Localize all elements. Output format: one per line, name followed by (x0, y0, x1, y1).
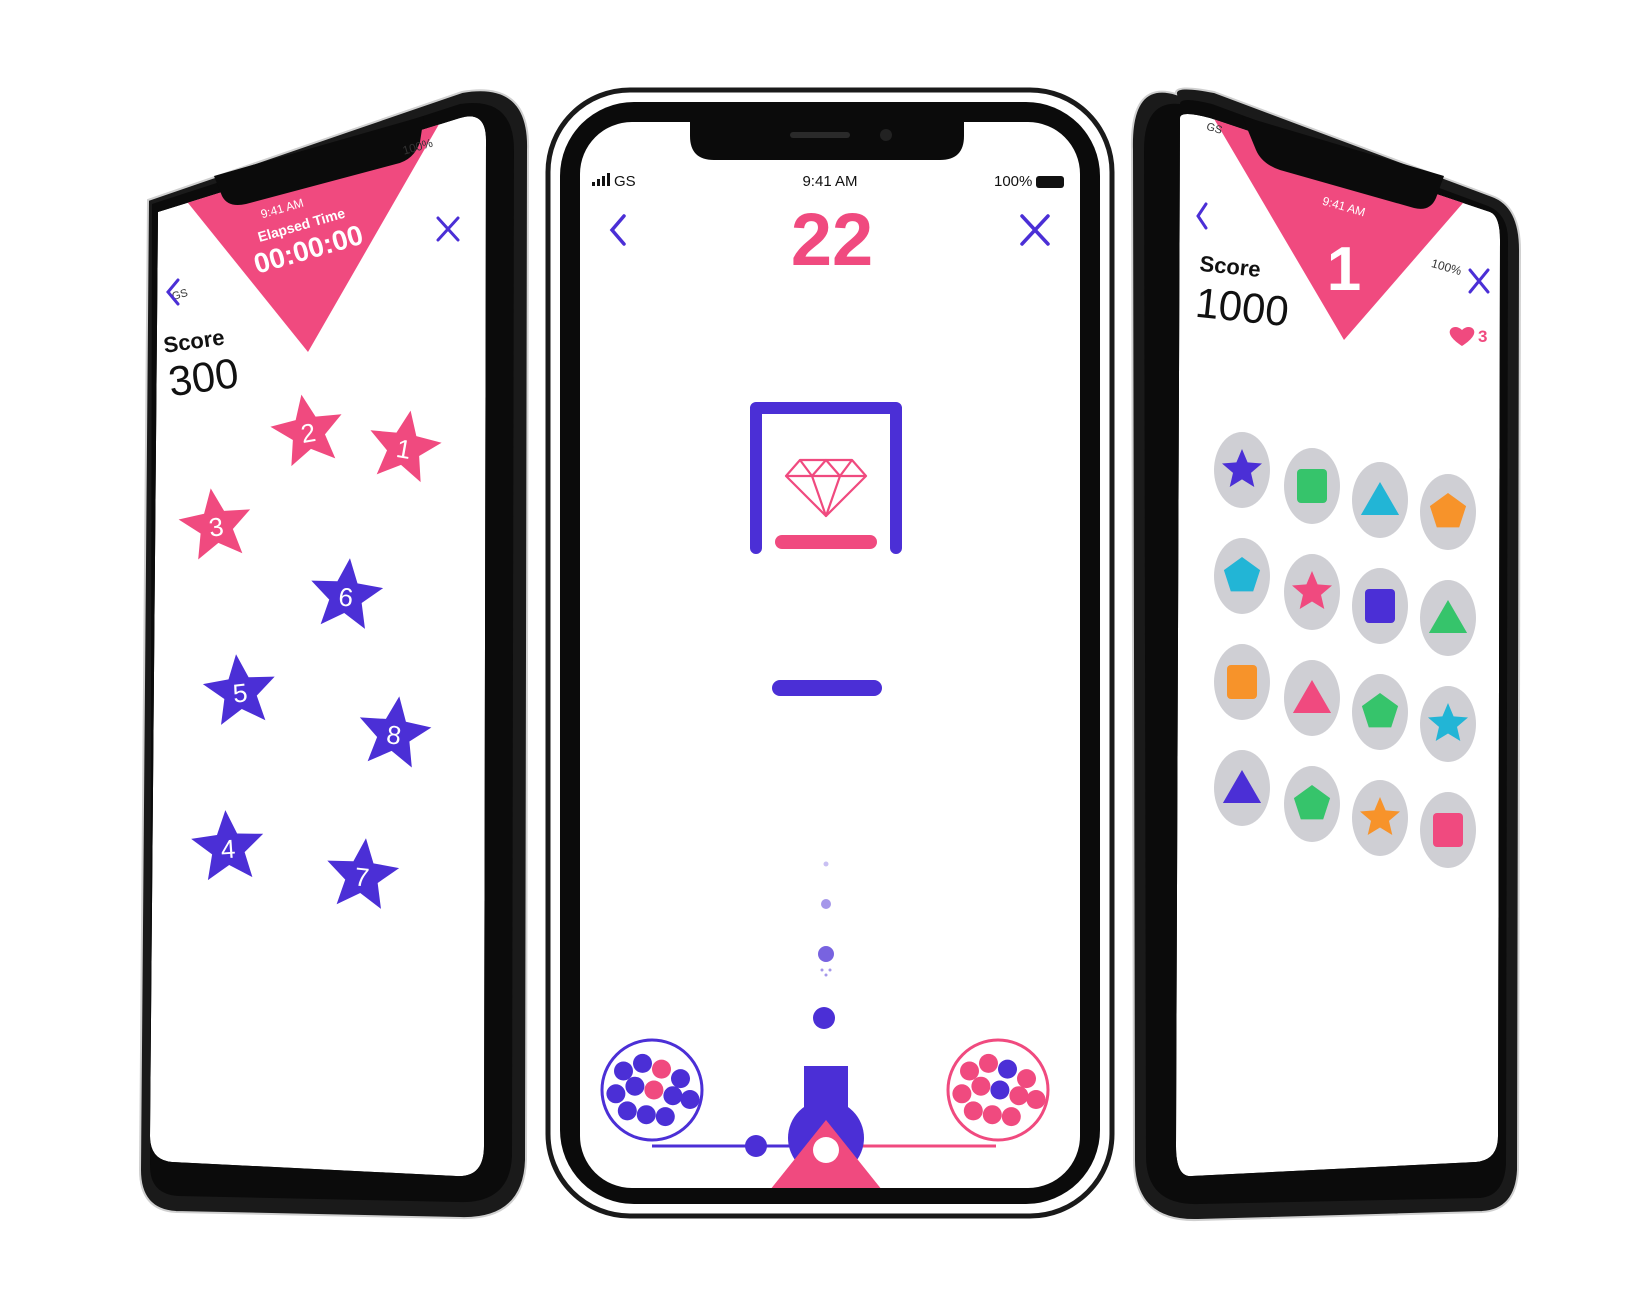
middle-notch (690, 122, 964, 160)
ball (952, 1084, 972, 1104)
middle-phone: GS 9:41 AM 100% 22 (545, 87, 1115, 1219)
ball (1001, 1107, 1021, 1127)
left-score-value: 300 (165, 349, 241, 405)
left-phone: GS 9:41 AM 100% Elapsed Time 00:00:00 Sc… (138, 89, 530, 1220)
middle-battery: 100% (994, 173, 1032, 190)
ball (963, 1101, 983, 1121)
ball (625, 1076, 645, 1096)
right-score-value: 1000 (1193, 279, 1291, 336)
ball (1026, 1090, 1046, 1109)
ball (998, 1059, 1017, 1079)
ball (655, 1107, 675, 1127)
ball (960, 1061, 979, 1081)
ball (1017, 1069, 1036, 1089)
middle-carrier: GS (614, 173, 636, 190)
ball (636, 1105, 656, 1125)
shape-tile-pentagon-green[interactable] (1352, 674, 1408, 750)
ball (1009, 1086, 1029, 1106)
level-number: 1 (1327, 235, 1361, 304)
shape-tile-square-purple[interactable] (1352, 568, 1408, 644)
shape-tile-triangle-pink[interactable] (1284, 660, 1340, 736)
shape-tile-triangle-teal[interactable] (1352, 462, 1408, 538)
ball (982, 1105, 1002, 1125)
shape-tile-pentagon-orange[interactable] (1420, 474, 1476, 550)
right-phone: GS 9:41 AM 100% 1 Score 1000 3 (1130, 87, 1522, 1222)
lives-count: 3 (1478, 327, 1487, 346)
shape-tile-pentagon-green[interactable] (1284, 766, 1340, 842)
right-ball-container (946, 1038, 1050, 1142)
shape-tile-square-green[interactable] (1284, 448, 1340, 524)
shape-tile-star-pink[interactable] (1284, 554, 1340, 630)
shape-tile-pentagon-teal[interactable] (1214, 538, 1270, 614)
ball (663, 1086, 683, 1106)
ball (617, 1101, 637, 1121)
ball (652, 1059, 671, 1079)
phones-showcase: GS 9:41 AM 100% Elapsed Time 00:00:00 Sc… (138, 87, 1522, 1222)
ball (606, 1084, 626, 1104)
ball (614, 1061, 633, 1081)
middle-clock: 9:41 AM (802, 173, 857, 190)
shape-tile-star-teal[interactable] (1420, 686, 1476, 762)
shape-tile-triangle-green[interactable] (1420, 580, 1476, 656)
ball (680, 1090, 700, 1109)
rail-ball (745, 1135, 767, 1157)
shape-tile-triangle-purple[interactable] (1214, 750, 1270, 826)
star-number: 4 (220, 834, 237, 865)
ball (990, 1080, 1010, 1100)
ball (644, 1080, 664, 1100)
shape-tile-square-orange[interactable] (1214, 644, 1270, 720)
ball (633, 1053, 652, 1073)
shape-tile-star-orange[interactable] (1352, 780, 1408, 856)
shot-counter: 22 (791, 198, 873, 281)
shape-tile-square-pink[interactable] (1420, 792, 1476, 868)
ball (971, 1076, 991, 1096)
shape-tile-star-purple[interactable] (1214, 432, 1270, 508)
ball (979, 1053, 998, 1073)
left-ball-container (600, 1038, 704, 1142)
ball (671, 1069, 690, 1089)
